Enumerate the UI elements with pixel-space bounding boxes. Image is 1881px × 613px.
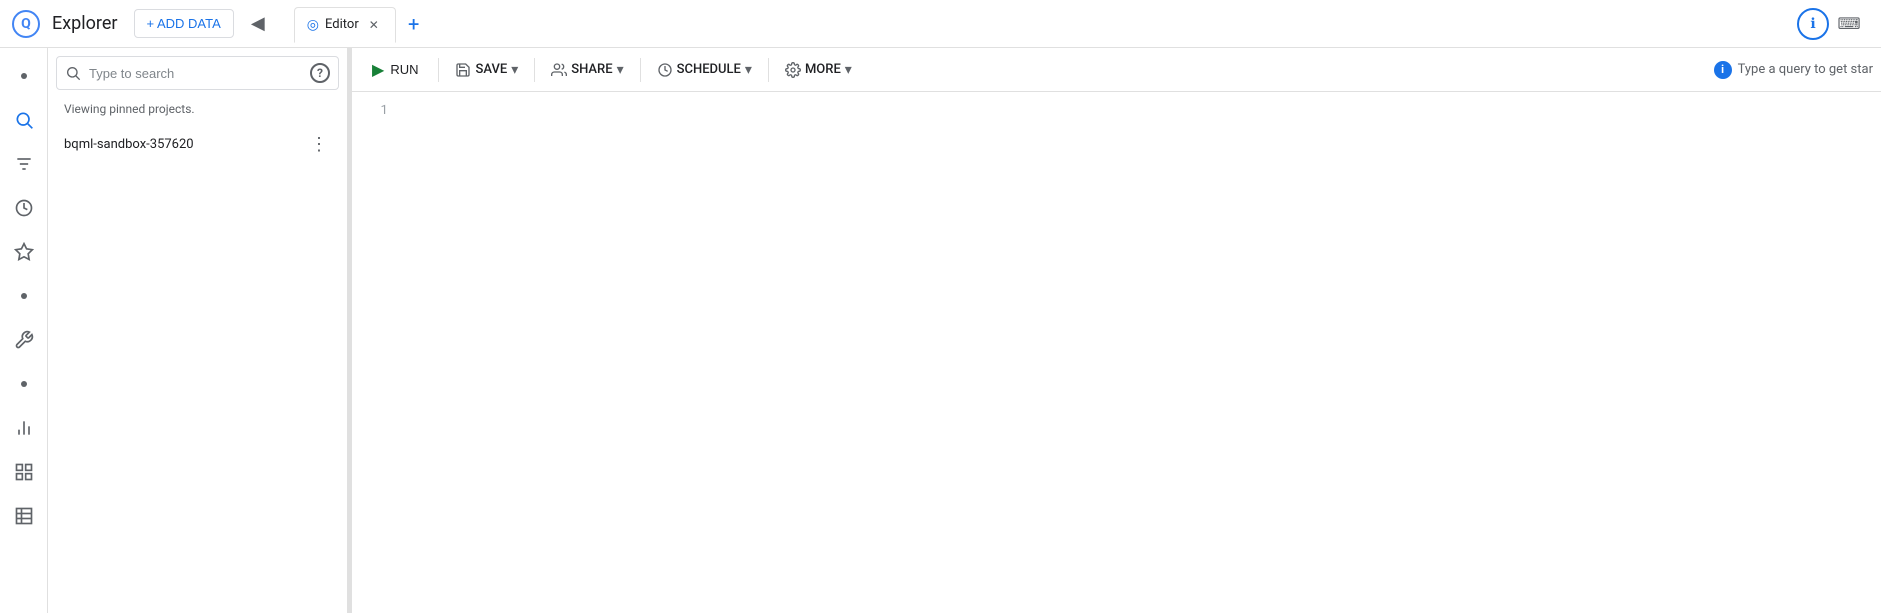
more-label: MORE: [805, 62, 841, 77]
filter-icon: [14, 154, 34, 174]
nav-filter[interactable]: [4, 144, 44, 184]
schedule-chevron-icon: ▾: [745, 62, 752, 78]
dashboard-icon: [14, 462, 34, 482]
nav-dashboard[interactable]: [4, 452, 44, 492]
logo-icon: Q: [12, 10, 40, 38]
nav-dot-2: [4, 276, 44, 316]
toolbar: ▶ RUN SAVE ▾ SHARE ▾: [352, 48, 1881, 92]
share-label: SHARE: [571, 62, 612, 77]
more-dropdown-button[interactable]: MORE ▾: [777, 56, 860, 84]
more-chevron-icon: ▾: [845, 62, 852, 78]
help-icon-symbol: ?: [317, 66, 323, 80]
left-nav: [0, 48, 48, 613]
dot-icon-3: [21, 381, 27, 387]
nav-dot-1: [4, 56, 44, 96]
editor-line-1: 1: [368, 100, 1865, 118]
collapse-icon: ◀: [251, 13, 265, 34]
query-hint-text: Type a query to get star: [1738, 62, 1873, 77]
line-content-1: [404, 100, 1865, 118]
top-right-icons: ℹ ⌨: [1797, 8, 1873, 40]
logo-button[interactable]: Q: [8, 6, 44, 42]
search-input[interactable]: [89, 66, 302, 81]
top-header: Q Explorer + ADD DATA ◀ ◎ Editor ✕ + ℹ ⌨: [0, 0, 1881, 48]
code-editor[interactable]: 1: [352, 92, 1881, 613]
chart-icon: [14, 418, 34, 438]
new-tab-button[interactable]: +: [398, 8, 430, 40]
project-more-menu[interactable]: ⋮: [307, 132, 331, 156]
toolbar-divider-3: [640, 58, 641, 82]
search-bar: ?: [56, 56, 339, 90]
dot-icon-1: [21, 73, 27, 79]
nav-starred[interactable]: [4, 232, 44, 272]
editor-area: ▶ RUN SAVE ▾ SHARE ▾: [352, 48, 1881, 613]
app-title: Explorer: [52, 13, 118, 34]
keyboard-button[interactable]: ⌨: [1833, 8, 1865, 40]
add-data-button[interactable]: + ADD DATA: [134, 9, 234, 38]
dot-icon-2: [21, 293, 27, 299]
run-label: RUN: [390, 62, 418, 77]
editor-tab-label: Editor: [325, 17, 359, 32]
save-dropdown-button[interactable]: SAVE ▾: [447, 56, 526, 84]
info-icon: ℹ: [1810, 16, 1815, 32]
nav-table[interactable]: [4, 496, 44, 536]
project-name: bqml-sandbox-357620: [64, 137, 307, 152]
query-hint-icon: i: [1714, 61, 1732, 79]
explorer-panel: ? Viewing pinned projects. bqml-sandbox-…: [48, 48, 348, 613]
query-hint: i Type a query to get star: [1714, 61, 1873, 79]
nav-chart[interactable]: [4, 408, 44, 448]
save-label: SAVE: [475, 62, 507, 77]
save-chevron-icon: ▾: [511, 62, 518, 78]
tab-editor[interactable]: ◎ Editor ✕: [294, 7, 396, 43]
share-chevron-icon: ▾: [617, 62, 624, 78]
search-nav-icon: [14, 110, 34, 130]
tab-bar: ◎ Editor ✕ +: [290, 0, 1789, 47]
more-menu-icon: ⋮: [310, 134, 328, 155]
schedule-icon: [657, 62, 673, 78]
info-button[interactable]: ℹ: [1797, 8, 1829, 40]
more-settings-icon: [785, 62, 801, 78]
main-layout: ? Viewing pinned projects. bqml-sandbox-…: [0, 48, 1881, 613]
nav-search[interactable]: [4, 100, 44, 140]
share-dropdown-button[interactable]: SHARE ▾: [543, 56, 631, 84]
pinned-label: Viewing pinned projects.: [48, 98, 347, 124]
nav-dot-3: [4, 364, 44, 404]
keyboard-icon: ⌨: [1837, 14, 1860, 33]
editor-tab-close-button[interactable]: ✕: [365, 16, 383, 34]
help-button[interactable]: ?: [310, 63, 330, 83]
collapse-panel-button[interactable]: ◀: [242, 8, 274, 40]
add-data-label: + ADD DATA: [147, 16, 221, 31]
toolbar-divider-2: [534, 58, 535, 82]
nav-wrench[interactable]: [4, 320, 44, 360]
nav-history[interactable]: [4, 188, 44, 228]
project-item[interactable]: bqml-sandbox-357620 ⋮: [48, 124, 347, 164]
search-icon: [65, 65, 81, 81]
wrench-icon: [14, 330, 34, 350]
toolbar-divider-1: [438, 58, 439, 82]
line-number-1: 1: [368, 100, 388, 118]
schedule-dropdown-button[interactable]: SCHEDULE ▾: [649, 56, 760, 84]
table-icon: [14, 506, 34, 526]
run-icon: ▶: [372, 60, 384, 80]
run-button[interactable]: ▶ RUN: [360, 54, 430, 86]
editor-tab-icon: ◎: [307, 17, 319, 33]
close-icon: ✕: [369, 18, 379, 32]
toolbar-divider-4: [768, 58, 769, 82]
schedule-label: SCHEDULE: [677, 62, 741, 77]
save-icon: [455, 62, 471, 78]
history-icon: [14, 198, 34, 218]
star-icon: [14, 242, 34, 262]
share-icon: [551, 62, 567, 78]
new-tab-icon: +: [408, 12, 419, 36]
